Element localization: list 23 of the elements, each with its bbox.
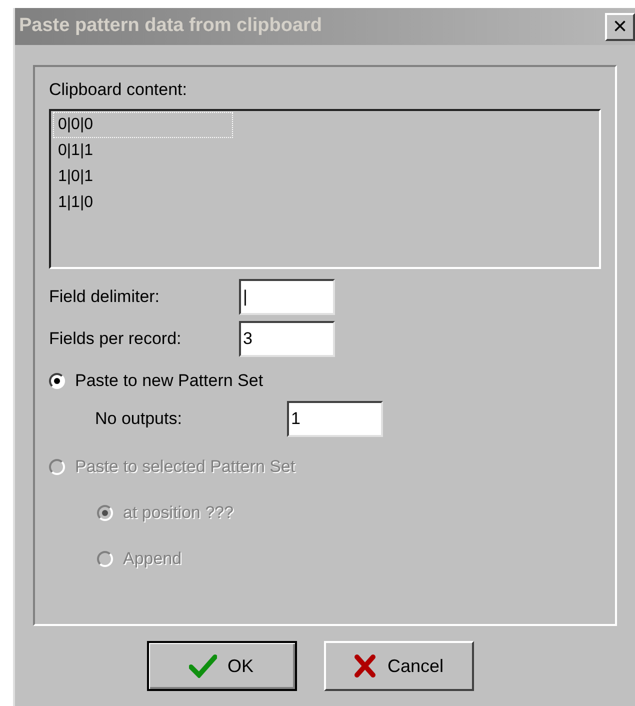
window-title: Paste pattern data from clipboard bbox=[19, 14, 322, 38]
list-item[interactable]: 0|1|1 bbox=[53, 138, 233, 164]
ok-button[interactable]: OK bbox=[146, 641, 296, 691]
clipboard-list[interactable]: 0|0|0 0|1|1 1|0|1 1|1|0 bbox=[49, 109, 601, 269]
radio-label: at position ??? bbox=[123, 502, 234, 524]
text-field[interactable]: | bbox=[239, 279, 335, 315]
field-label: Clipboard content: bbox=[49, 79, 188, 101]
list-item[interactable]: 1|0|1 bbox=[53, 164, 233, 190]
cross-icon bbox=[353, 654, 378, 678]
radio-label: Paste to new Pattern Set bbox=[75, 370, 264, 392]
text-field[interactable]: 3 bbox=[239, 321, 335, 357]
field-label: No outputs: bbox=[95, 408, 183, 430]
list-item[interactable]: 0|0|0 bbox=[53, 112, 233, 138]
checkmark-icon bbox=[189, 654, 218, 678]
list-item[interactable]: 1|1|0 bbox=[53, 190, 233, 216]
radio-label: Append bbox=[123, 548, 182, 570]
close-button[interactable]: × bbox=[605, 12, 635, 40]
cancel-button[interactable]: Cancel bbox=[324, 641, 474, 691]
radio-label: Paste to selected Pattern Set bbox=[75, 456, 296, 478]
radio-button[interactable] bbox=[49, 373, 65, 389]
field-label: Fields per record: bbox=[49, 328, 182, 350]
text-field[interactable]: 1 bbox=[287, 401, 383, 437]
field-label: Field delimiter: bbox=[49, 286, 161, 308]
